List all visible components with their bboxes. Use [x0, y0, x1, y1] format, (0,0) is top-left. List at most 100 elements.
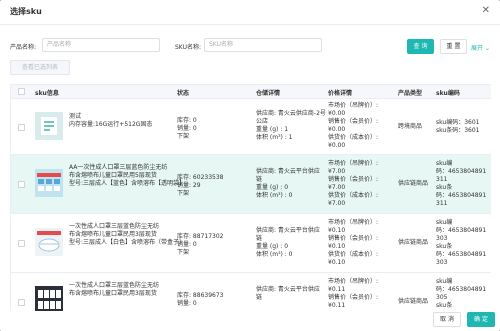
header-status: 状态: [177, 90, 190, 97]
supplier-text-cont: 链: [256, 294, 263, 301]
stock-text: 库存: 88639673: [177, 292, 224, 299]
sku-barcode-label: sku条: [436, 184, 453, 191]
product-name-cont: 布含熔喷布儿童口罩民用3层现货: [69, 231, 157, 238]
confirm-button[interactable]: 确 定: [467, 312, 495, 327]
product-name-label: 产品名称:: [10, 44, 37, 51]
sales-text: 销量: 0: [177, 125, 197, 132]
sku-code: 码：4653804891: [436, 286, 487, 293]
header-sku-code: sku编码: [436, 90, 460, 97]
row-checkbox[interactable]: [18, 181, 25, 188]
supply-price-value: ¥0.00: [328, 142, 346, 149]
table-row[interactable]: 一次性成人口罩三层蓝色防尘无纺 布含熔喷布儿童口罩民用3层现货 库存: 8863…: [11, 273, 491, 312]
stock-text: 库存: 88717302: [177, 233, 224, 240]
sale-price-value: ¥7.00: [328, 184, 346, 191]
price-cell: 市场价（吊牌价）: ¥0.00 销售价（会员价）: ¥0.00 供货价（成本价）…: [328, 102, 378, 150]
sales-text: 销量: 0: [177, 300, 197, 307]
volume-text: 体积 (m³) : 0: [256, 192, 293, 199]
sku-code-label: sku编: [436, 160, 453, 167]
supplier-text: 供应商: 青火云供应商-2号: [256, 110, 326, 117]
status-cell: 库存: 88717302 销量: 0 下架: [177, 233, 223, 257]
select-sku-modal: 选择sku ✕ 产品名称: 产品名称 SKU名称: SKU名称 查 询 重 置 …: [0, 0, 500, 331]
table-header: sku信息 状态 仓储详情 价格详情 产品类型 sku编码: [11, 85, 491, 99]
product-name-cont: 布含熔喷布儿童口罩民用3层现货: [69, 290, 157, 297]
product-thumbnail: [35, 286, 63, 312]
volume-text: 体积 (m³) : 1: [256, 134, 293, 141]
sku-info: AA一次性成人口罩三层蓝色防尘无纺 布含熔喷布儿童口罩民用5层现货 型号:三层成…: [69, 164, 185, 188]
product-spec: 内存容量:16G运行+512G固态: [69, 121, 153, 128]
weight-text: 重量 (g) : 1: [256, 126, 289, 133]
row-checkbox[interactable]: [18, 240, 25, 247]
product-name: 测试: [69, 113, 82, 120]
storage-cell: 供应商: 青火云供应商-2号 公店 重量 (g) : 1 体积 (m³) : 1: [256, 110, 326, 142]
product-name: 一次性成人口罩三层蓝色防尘无纺: [69, 223, 160, 230]
product-spec: 型号:三层成人【蓝色】含喷溶布【透明袋】: [69, 180, 186, 187]
reset-button[interactable]: 重 置: [440, 39, 467, 54]
sku-code: 码：4653804891: [436, 168, 487, 175]
sku-name-label: SKU名称:: [175, 44, 201, 51]
row-checkbox[interactable]: [18, 299, 25, 306]
sku-code-label: sku编: [436, 219, 453, 226]
product-name-input[interactable]: 产品名称: [42, 38, 160, 52]
listing-status: 下架: [177, 249, 190, 256]
supply-price-value: ¥0.10: [328, 259, 346, 266]
sku-code: sku编码：3601: [436, 119, 480, 126]
product-thumbnail: [35, 112, 63, 140]
modal-footer: 取 消 确 定: [0, 311, 500, 331]
supplier-text: 供应商: 青火云平台供应: [256, 168, 320, 175]
header-price: 价格详情: [328, 90, 353, 97]
close-icon[interactable]: ✕: [482, 5, 490, 16]
modal-title: 选择sku: [10, 7, 42, 16]
sku-code: 码：4653804891: [436, 227, 487, 234]
supplier-text-cont: 链: [256, 176, 263, 183]
view-selected-button[interactable]: 查看已选列表: [10, 60, 70, 75]
sku-code-cont: 305: [436, 294, 448, 301]
table-row[interactable]: AA一次性成人口罩三层蓝色防尘无纺 布含熔喷布儿童口罩民用5层现货 型号:三层成…: [11, 155, 491, 214]
product-thumbnail: [35, 169, 63, 197]
sku-code-cell: sku编码：3601 sku条码：3601: [436, 119, 480, 135]
select-all-checkbox[interactable]: [18, 88, 25, 95]
price-cell: 市场价（吊牌价）: ¥7.00 销售价（会员价）: ¥7.00 供货价（成本价）…: [328, 160, 378, 208]
product-spec: 型号:三层成人【白色】含喷溶布（带盒子）: [69, 239, 186, 246]
table-row[interactable]: 测试 内存容量:16G运行+512G固态 库存: 0 销量: 0 下架 供应商:…: [11, 99, 491, 155]
sku-info: 一次性成人口罩三层蓝色防尘无纺 布含熔喷布儿童口罩民用3层现货: [69, 282, 159, 298]
product-type: 供应链商品: [398, 239, 429, 246]
sku-table: sku信息 状态 仓储详情 价格详情 产品类型 sku编码 测试 内存容量:16…: [10, 84, 491, 313]
sale-price-label: 销售价（会员价）:: [328, 176, 379, 183]
sale-price-label: 销售价（会员价）:: [328, 294, 379, 301]
supply-price-label: 供货价（成本价）:: [328, 192, 379, 199]
listing-status: 下架: [177, 190, 190, 197]
filter-bar: 产品名称: 产品名称 SKU名称: SKU名称 查 询 重 置 展开 ⌄: [0, 36, 500, 56]
product-name: AA一次性成人口罩三层蓝色防尘无纺: [69, 164, 168, 171]
status-cell: 库存: 0 销量: 0 下架: [177, 117, 197, 141]
market-price-label: 市场价（吊牌价）:: [328, 160, 379, 167]
supply-price-label: 供货价（成本价）:: [328, 251, 379, 258]
market-price-value: ¥0.00: [328, 110, 346, 117]
storage-cell: 供应商: 青火云平台供应 链 重量 (g) : 0 体积 (m³) : 0: [256, 168, 320, 200]
market-price-label: 市场价（吊牌价）:: [328, 278, 379, 285]
sku-barcode-cont: 303: [436, 259, 448, 266]
market-price-label: 市场价（吊牌价）:: [328, 102, 379, 109]
table-row[interactable]: 一次性成人口罩三层蓝色防尘无纺 布含熔喷布儿童口罩民用3层现货 型号:三层成人【…: [11, 214, 491, 273]
sku-name-input[interactable]: SKU名称: [204, 38, 322, 52]
product-type: 供应链商品: [398, 298, 429, 305]
status-cell: 库存: 60233538 销量: 29 下架: [177, 174, 223, 198]
market-price-value: ¥0.10: [328, 227, 346, 234]
cancel-button[interactable]: 取 消: [433, 312, 461, 327]
status-cell: 库存: 88639673 销量: 0: [177, 292, 223, 308]
query-button[interactable]: 查 询: [407, 39, 434, 54]
market-price-value: ¥0.11: [328, 286, 346, 293]
sku-code-cell: sku编 码：4653804891 303 sku条 码：4653804891 …: [436, 219, 486, 267]
sku-code-cell: sku编 码：4653804891 305 sku条: [436, 278, 486, 310]
sale-price-value: ¥0.11: [328, 302, 346, 309]
sku-code-cont: 303: [436, 235, 448, 242]
supply-price-value: ¥7.00: [328, 200, 346, 207]
sales-text: 销量: 0: [177, 241, 197, 248]
expand-toggle[interactable]: 展开 ⌄: [471, 43, 490, 52]
sku-info: 测试 内存容量:16G运行+512G固态: [69, 113, 152, 129]
row-checkbox[interactable]: [18, 124, 25, 131]
sale-price-label: 销售价（会员价）:: [328, 118, 379, 125]
sku-code-cont: 311: [436, 176, 448, 183]
weight-text: 重量 (g) : 0: [256, 243, 289, 250]
listing-status: 下架: [177, 133, 190, 140]
sku-barcode: 码：4653804891: [436, 192, 487, 199]
